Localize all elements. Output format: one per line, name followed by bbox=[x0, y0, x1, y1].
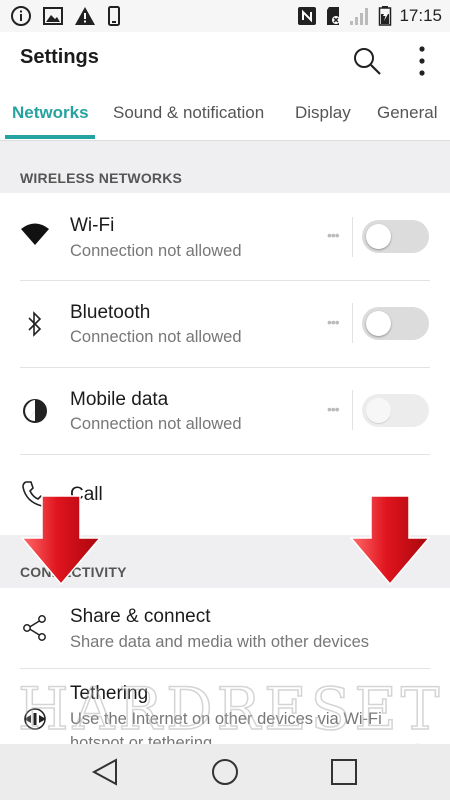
nfc-icon bbox=[298, 7, 317, 25]
wifi-icon bbox=[21, 223, 49, 245]
back-icon bbox=[91, 758, 117, 786]
sim-icon bbox=[327, 7, 341, 25]
drag-handle-icon: ••• bbox=[327, 401, 340, 417]
bluetooth-row[interactable]: Bluetooth Connection not allowed ••• bbox=[0, 281, 450, 367]
page-title: Settings bbox=[20, 46, 99, 68]
more-options-button[interactable] bbox=[405, 42, 439, 80]
tethering-subtitle: Use the Internet on other devices via Wi… bbox=[70, 710, 382, 728]
phone-icon bbox=[108, 6, 120, 26]
wifi-subtitle: Connection not allowed bbox=[70, 242, 242, 260]
tethering-row[interactable]: Tethering Use the Internet on other devi… bbox=[0, 669, 450, 744]
tab-general[interactable]: General bbox=[377, 90, 437, 140]
mobile-data-row[interactable]: Mobile data Connection not allowed ••• bbox=[0, 368, 450, 454]
bluetooth-icon bbox=[28, 311, 42, 337]
recents-button[interactable] bbox=[324, 754, 364, 790]
drag-handle-icon: ••• bbox=[327, 227, 340, 243]
drag-handle-icon: ••• bbox=[327, 314, 340, 330]
info-icon bbox=[11, 6, 31, 26]
search-button[interactable] bbox=[350, 44, 384, 78]
tab-bar: Networks Sound & notification Display Ge… bbox=[0, 90, 450, 141]
app-bar: Settings bbox=[0, 32, 450, 90]
tab-networks[interactable]: Networks bbox=[12, 90, 89, 140]
mobile-data-icon bbox=[23, 399, 47, 423]
mobile-data-title: Mobile data bbox=[70, 389, 169, 410]
wifi-title: Wi-Fi bbox=[70, 215, 115, 236]
bluetooth-title: Bluetooth bbox=[70, 302, 151, 323]
wireless-networks-header: WIRELESS NETWORKS bbox=[0, 141, 450, 193]
bluetooth-toggle[interactable] bbox=[362, 307, 429, 340]
more-icon bbox=[419, 46, 425, 76]
share-icon bbox=[23, 615, 46, 641]
section-title: WIRELESS NETWORKS bbox=[20, 170, 183, 186]
tab-indicator bbox=[5, 135, 95, 139]
status-bar: 17:15 bbox=[0, 0, 450, 32]
clock: 17:15 bbox=[399, 6, 442, 25]
back-button[interactable] bbox=[86, 754, 126, 790]
wifi-toggle[interactable] bbox=[362, 220, 429, 253]
tethering-title: Tethering bbox=[70, 683, 149, 704]
bluetooth-subtitle: Connection not allowed bbox=[70, 328, 242, 346]
signal-icon bbox=[350, 8, 369, 25]
row-divider bbox=[352, 217, 353, 257]
image-icon bbox=[43, 7, 63, 25]
red-arrow-right bbox=[349, 495, 431, 586]
red-arrow-left bbox=[20, 495, 102, 586]
mobile-data-toggle[interactable] bbox=[362, 394, 429, 427]
share-connect-row[interactable]: Share & connect Share data and media wit… bbox=[0, 588, 450, 668]
warning-icon bbox=[75, 7, 95, 25]
battery-icon bbox=[379, 6, 392, 26]
tab-sound-notification[interactable]: Sound & notification bbox=[113, 90, 264, 140]
navigation-bar bbox=[0, 744, 450, 800]
share-connect-title: Share & connect bbox=[70, 606, 211, 627]
row-divider bbox=[352, 303, 353, 343]
mobile-data-subtitle: Connection not allowed bbox=[70, 415, 242, 433]
home-icon bbox=[212, 759, 238, 785]
share-connect-subtitle: Share data and media with other devices bbox=[70, 633, 370, 651]
home-button[interactable] bbox=[205, 754, 245, 790]
wifi-row[interactable]: Wi-Fi Connection not allowed ••• bbox=[0, 193, 450, 280]
recents-icon bbox=[331, 759, 357, 785]
tethering-subtitle-line2: hotspot or tethering bbox=[70, 734, 213, 744]
tab-display[interactable]: Display bbox=[295, 90, 351, 140]
row-divider bbox=[352, 390, 353, 430]
tethering-icon bbox=[24, 708, 46, 730]
search-icon bbox=[354, 48, 381, 75]
